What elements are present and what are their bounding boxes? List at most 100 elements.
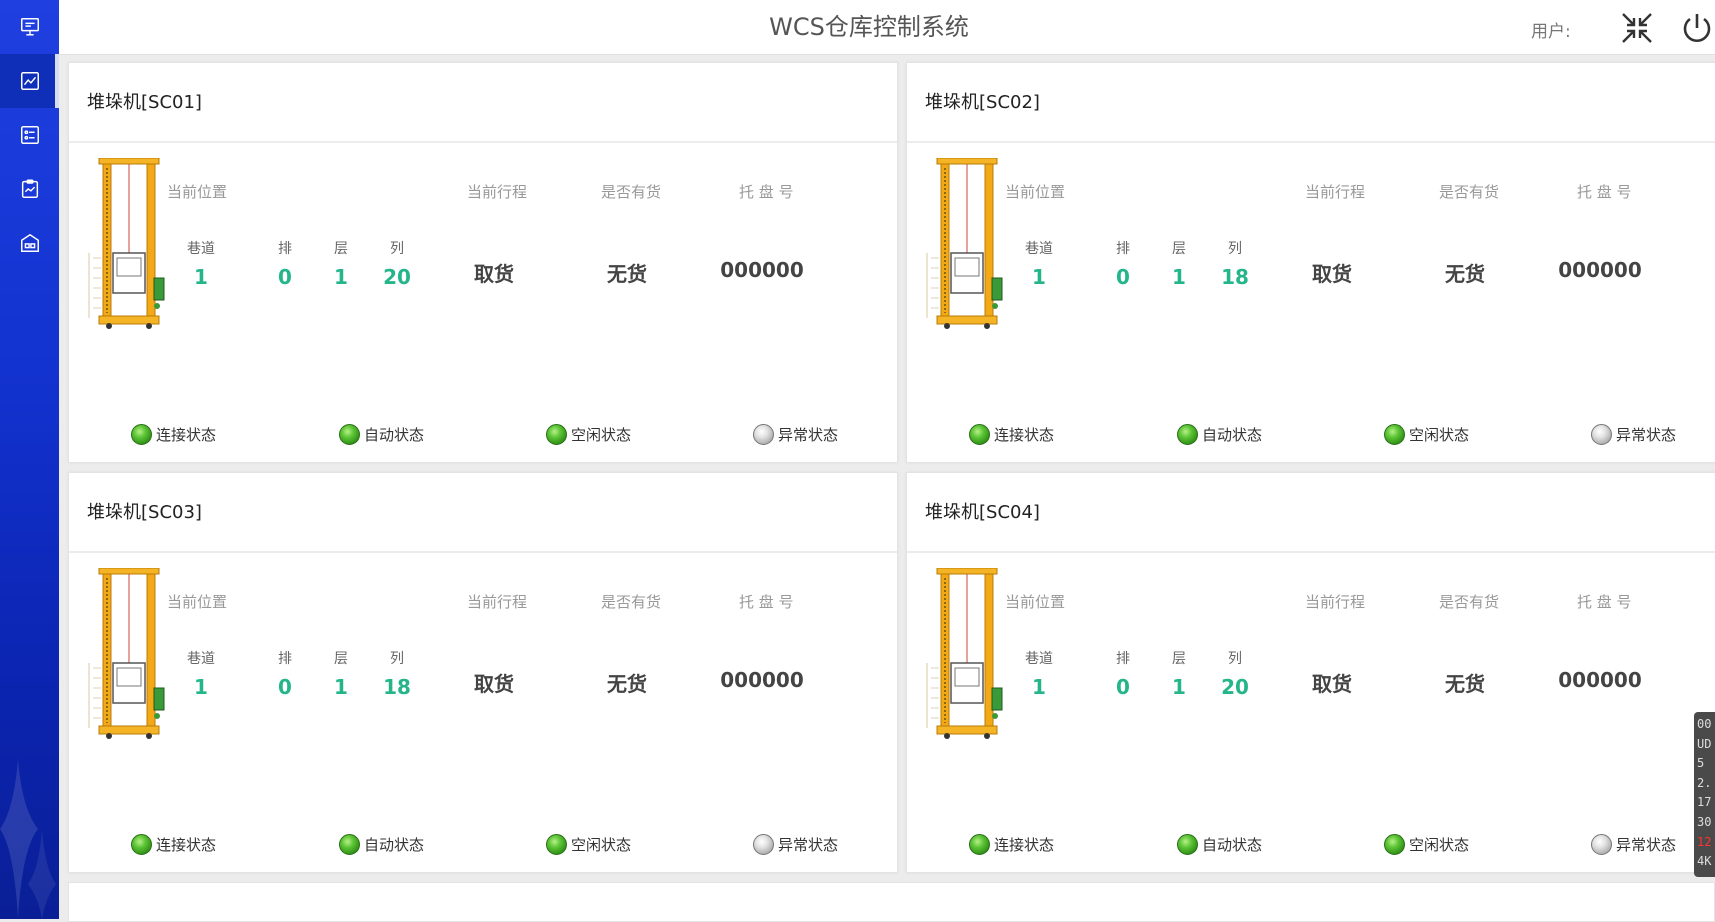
status-label: 自动状态 — [1202, 425, 1263, 444]
layer-value: 1 — [1172, 265, 1186, 289]
pallet-number-label: 托 盘 号 — [739, 183, 794, 201]
lane-label: 巷道 — [187, 651, 215, 667]
debug-line: 4K — [1697, 854, 1712, 869]
debug-line: 17 — [1697, 795, 1712, 810]
sidebar-item-monitor[interactable] — [0, 0, 59, 54]
pallet-number-label: 托 盘 号 — [1577, 183, 1632, 201]
user-label: 用户: — [1531, 22, 1571, 42]
status-label: 空闲状态 — [1409, 425, 1470, 444]
current-position-label: 当前位置 — [167, 183, 228, 201]
warehouse-icon — [20, 233, 39, 252]
crane-card-sc01: 堆垛机[SC01] 当前位置 当前行程 是否有货 托 盘 号 巷道 排 层 列 … — [68, 62, 898, 500]
current-process-value: 取货 — [474, 672, 514, 696]
row-label: 排 — [1116, 241, 1130, 257]
status-indicator: 空闲状态 — [1384, 832, 1469, 856]
column-value: 18 — [383, 675, 411, 699]
status-label: 异常状态 — [1616, 425, 1677, 444]
has-goods-label: 是否有货 — [601, 593, 662, 611]
has-goods-value: 无货 — [607, 672, 647, 696]
current-process-label: 当前行程 — [467, 183, 528, 201]
power-button[interactable] — [1677, 8, 1715, 48]
layer-value: 1 — [1172, 675, 1186, 699]
has-goods-label: 是否有货 — [601, 183, 662, 201]
status-label: 连接状态 — [994, 425, 1055, 444]
lane-value: 1 — [1032, 265, 1046, 289]
column-label: 列 — [390, 651, 404, 667]
has-goods-value: 无货 — [1445, 672, 1485, 696]
layer-label: 层 — [1172, 241, 1186, 257]
status-indicator: 空闲状态 — [546, 832, 631, 856]
layer-label: 层 — [334, 651, 348, 667]
status-label: 异常状态 — [1616, 835, 1677, 854]
status-indicator: 自动状态 — [1177, 832, 1262, 856]
layer-label: 层 — [1172, 651, 1186, 667]
sidebar-item-list[interactable] — [0, 108, 59, 162]
status-indicator: 自动状态 — [339, 422, 424, 446]
status-label: 自动状态 — [364, 425, 425, 444]
status-label: 空闲状态 — [571, 425, 632, 444]
status-indicator: 异常状态 — [1591, 422, 1676, 446]
collapse-icon — [1622, 13, 1652, 43]
column-label: 列 — [1228, 241, 1242, 257]
status-indicator: 异常状态 — [753, 832, 838, 856]
status-label: 连接状态 — [994, 835, 1055, 854]
debug-line: 00 — [1697, 717, 1712, 731]
lane-label: 巷道 — [1025, 241, 1053, 257]
layer-label: 层 — [334, 241, 348, 257]
current-process-label: 当前行程 — [467, 593, 528, 611]
sidebar — [0, 0, 59, 919]
status-indicator: 连接状态 — [969, 832, 1054, 856]
status-led-on-icon — [131, 423, 152, 445]
current-position-label: 当前位置 — [1005, 183, 1066, 201]
status-indicator: 空闲状态 — [546, 422, 631, 446]
row-value: 0 — [1116, 265, 1130, 289]
current-process-label: 当前行程 — [1305, 183, 1366, 201]
row-value: 0 — [1116, 675, 1130, 699]
layer-value: 1 — [334, 675, 348, 699]
row-value: 0 — [278, 675, 292, 699]
status-indicator: 连接状态 — [131, 832, 216, 856]
row-label: 排 — [278, 241, 292, 257]
status-led-on-icon — [131, 833, 152, 855]
current-process-value: 取货 — [1312, 672, 1352, 696]
status-led-on-icon — [1177, 423, 1198, 445]
pallet-number-label: 托 盘 号 — [1577, 593, 1632, 611]
status-label: 空闲状态 — [571, 835, 632, 854]
lane-label: 巷道 — [187, 241, 215, 257]
top-header: WCS仓库控制系统 用户: — [59, 0, 1715, 55]
pallet-number-value: 000000 — [1558, 668, 1642, 692]
debug-line: 30 — [1697, 814, 1712, 829]
lane-label: 巷道 — [1025, 651, 1053, 667]
sidebar-item-report[interactable] — [0, 162, 59, 216]
collapse-fullscreen-button[interactable] — [1617, 8, 1657, 48]
lane-value: 1 — [194, 265, 208, 289]
status-indicator: 空闲状态 — [1384, 422, 1469, 446]
current-process-label: 当前行程 — [1305, 593, 1366, 611]
list-icon — [20, 126, 39, 144]
status-led-on-icon — [339, 833, 360, 855]
status-label: 连接状态 — [156, 425, 217, 444]
status-led-on-icon — [546, 833, 567, 855]
debug-overlay: 00 UD 5 2. 17 30 12 4K — [1694, 712, 1715, 877]
pallet-number-value: 000000 — [720, 668, 804, 692]
status-label: 空闲状态 — [1409, 835, 1470, 854]
has-goods-label: 是否有货 — [1439, 593, 1500, 611]
column-value: 20 — [1221, 675, 1249, 699]
debug-line: 2. — [1697, 775, 1712, 790]
chart-icon — [20, 72, 39, 90]
current-process-value: 取货 — [474, 262, 514, 286]
status-led-on-icon — [546, 423, 567, 445]
status-indicator: 连接状态 — [969, 422, 1054, 446]
debug-line: 12 — [1697, 834, 1712, 849]
sidebar-item-dashboard[interactable] — [0, 54, 59, 108]
status-label: 自动状态 — [1202, 835, 1263, 854]
crane-card-sc03: 堆垛机[SC03] 当前位置 当前行程 是否有货 托 盘 号 巷道 排 层 列 … — [68, 472, 898, 910]
crane-card-title: 堆垛机[SC01] — [69, 63, 897, 143]
column-value: 20 — [383, 265, 411, 289]
status-label: 连接状态 — [156, 835, 217, 854]
crane-card-title: 堆垛机[SC02] — [907, 63, 1715, 143]
current-position-label: 当前位置 — [167, 593, 228, 611]
has-goods-value: 无货 — [1445, 262, 1485, 286]
monitor-icon — [20, 18, 39, 36]
sidebar-item-warehouse[interactable] — [0, 216, 59, 270]
